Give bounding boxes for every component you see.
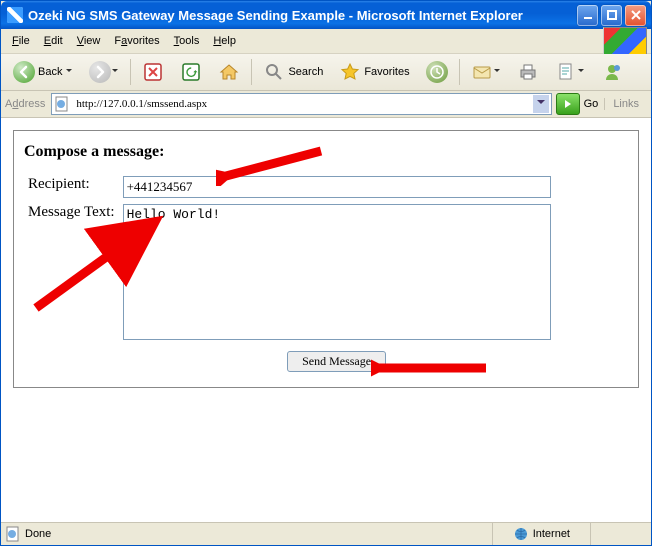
- stop-icon: [142, 61, 164, 83]
- browser-window: Ozeki NG SMS Gateway Message Sending Exa…: [0, 0, 652, 546]
- minimize-button[interactable]: [577, 5, 598, 26]
- status-text: Done: [25, 528, 51, 540]
- address-label: Address: [5, 98, 45, 110]
- url-dropdown-icon[interactable]: [533, 95, 549, 113]
- form-heading: Compose a message:: [24, 143, 628, 161]
- go-button[interactable]: [556, 93, 580, 115]
- menu-help[interactable]: Help: [206, 32, 243, 50]
- history-icon: [426, 61, 448, 83]
- stop-button[interactable]: [135, 57, 171, 87]
- menu-view[interactable]: View: [70, 32, 108, 50]
- favorites-button[interactable]: Favorites: [332, 57, 416, 87]
- send-message-button[interactable]: Send Message: [287, 351, 386, 372]
- go-label: Go: [584, 98, 599, 110]
- maximize-button[interactable]: [601, 5, 622, 26]
- zone-label: Internet: [533, 528, 570, 540]
- page-content: Compose a message: Recipient: Message Te…: [1, 118, 651, 522]
- history-button[interactable]: [419, 57, 455, 87]
- address-bar: Address Go Links: [1, 91, 651, 118]
- search-icon: [263, 61, 285, 83]
- messenger-icon: [601, 61, 623, 83]
- refresh-button[interactable]: [173, 57, 209, 87]
- menu-tools[interactable]: Tools: [167, 32, 207, 50]
- mail-dropdown-icon[interactable]: [493, 69, 501, 75]
- edit-icon: [555, 61, 577, 83]
- favorites-label: Favorites: [364, 66, 409, 78]
- app-icon: [7, 7, 23, 23]
- star-icon: [339, 61, 361, 83]
- back-label: Back: [38, 66, 62, 78]
- url-input[interactable]: [74, 97, 532, 111]
- forward-dropdown-icon[interactable]: [111, 69, 119, 75]
- menu-file[interactable]: File: [5, 32, 37, 50]
- nav-toolbar: Back Search Favorites: [1, 54, 651, 91]
- recipient-input[interactable]: [123, 176, 551, 198]
- mail-button[interactable]: [464, 57, 508, 87]
- zone-panel: Internet: [492, 523, 590, 545]
- back-icon: [13, 61, 35, 83]
- back-button[interactable]: Back: [6, 57, 80, 87]
- message-label: Message Text:: [24, 201, 119, 348]
- compose-form: Compose a message: Recipient: Message Te…: [13, 130, 639, 388]
- menu-favorites[interactable]: Favorites: [107, 32, 166, 50]
- edit-button[interactable]: [548, 57, 592, 87]
- refresh-icon: [180, 61, 202, 83]
- recipient-label: Recipient:: [24, 173, 119, 201]
- window-title: Ozeki NG SMS Gateway Message Sending Exa…: [28, 8, 523, 23]
- menu-bar: File Edit View Favorites Tools Help: [1, 29, 651, 54]
- print-icon: [517, 61, 539, 83]
- url-box[interactable]: [51, 93, 551, 115]
- messenger-button[interactable]: [594, 57, 630, 87]
- forward-icon: [89, 61, 111, 83]
- forward-button[interactable]: [82, 57, 126, 87]
- page-icon: [54, 96, 70, 112]
- print-button[interactable]: [510, 57, 546, 87]
- edit-dropdown-icon[interactable]: [577, 69, 585, 75]
- message-textarea[interactable]: [123, 204, 551, 340]
- internet-zone-icon: [513, 526, 529, 542]
- links-label[interactable]: Links: [604, 98, 647, 110]
- close-button[interactable]: [625, 5, 646, 26]
- menu-edit[interactable]: Edit: [37, 32, 70, 50]
- ie-logo-icon: [603, 27, 647, 55]
- mail-icon: [471, 61, 493, 83]
- home-button[interactable]: [211, 57, 247, 87]
- status-bar: Done Internet: [1, 522, 651, 545]
- search-label: Search: [288, 66, 323, 78]
- done-icon: [5, 526, 21, 542]
- back-dropdown-icon[interactable]: [65, 69, 73, 75]
- home-icon: [218, 61, 240, 83]
- search-button[interactable]: Search: [256, 57, 330, 87]
- title-bar: Ozeki NG SMS Gateway Message Sending Exa…: [1, 1, 651, 29]
